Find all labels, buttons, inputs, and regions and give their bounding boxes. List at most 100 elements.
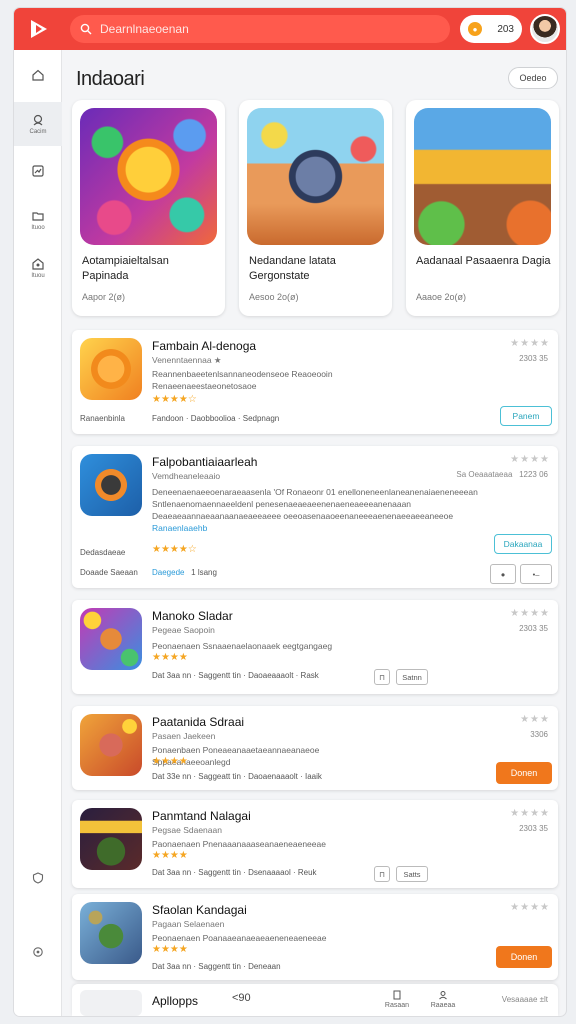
featured-game-image — [247, 108, 384, 245]
rating-stars-empty: ★★★★ — [510, 608, 550, 619]
app-side-label: Dedasdaeae — [80, 548, 126, 557]
app-icon — [80, 338, 142, 400]
meta-3: Sedpnagn — [242, 414, 280, 423]
meta-2: Saggentt tin — [198, 868, 241, 877]
app-logo-icon[interactable] — [26, 16, 52, 42]
app-name: Paatanida Sdraai — [152, 715, 245, 729]
meta-2: Saggeatt tin — [198, 772, 241, 781]
bookmark-button[interactable]: ⊓ — [374, 866, 390, 882]
get-button[interactable]: Panem — [500, 406, 552, 426]
bottom-right-label: Vesaaaae ±lt — [501, 995, 548, 1004]
rating-stars: ★★★★☆ — [152, 544, 197, 555]
play-button[interactable]: Donen — [496, 762, 552, 784]
meta-3: Daoaeaaaolt — [248, 671, 294, 680]
app-subtitle: Pegsae Sdaenaan — [152, 825, 222, 835]
app-description-text: Deneenaenaeeoenaraeaasenla 'Of Ronaeonr … — [152, 487, 478, 521]
sidebar-item-games[interactable]: Cacim — [14, 102, 62, 146]
rating-stars-empty: ★★★★ — [510, 902, 550, 913]
app-row[interactable]: Panmtand Nalagai Pegsae Sdaenaan Paonaen… — [72, 800, 558, 888]
app-icon — [80, 608, 142, 670]
featured-card[interactable]: Aadanaal Pasaaenra Dagia Aaaoe 2o(ø) — [406, 100, 559, 316]
meta-1: Dat 3aa nn — [152, 962, 192, 971]
meta-4: Rask — [300, 671, 319, 680]
search-bar[interactable] — [70, 15, 450, 43]
app-row[interactable]: Sfaolan Kandagai Pagaan Selaenaen Peonae… — [72, 894, 558, 980]
meta-4: Iaaik — [305, 772, 322, 781]
bottom-title: Apllopps — [152, 994, 199, 1008]
bottom-item-2[interactable]: Raaeaa — [428, 990, 458, 1009]
play-button[interactable]: Donen — [496, 946, 552, 968]
featured-game-image — [80, 108, 217, 245]
controller-icon — [33, 114, 43, 126]
featured-card[interactable]: Nedandane latata Gergonstate Aesoo 2o(ø) — [239, 100, 392, 316]
coin-balance[interactable]: ● 203 — [460, 15, 522, 43]
app-subtitle: Pagaan Selaenaen — [152, 919, 225, 929]
meta-1: Dat 3aa nn — [152, 671, 192, 680]
sidebar-item-library[interactable]: Ituoo — [14, 198, 62, 242]
search-input[interactable] — [100, 22, 420, 36]
app-description: Peonaenaen Poanaaeanaeaeaeneneaeneeae — [152, 933, 327, 943]
app-name: Panmtand Nalagai — [152, 809, 251, 823]
meta-3: Daoaenaaaolt — [248, 772, 298, 781]
app-name: Fambain Al-denoga — [152, 339, 257, 353]
rating-stars: ★★★★☆ — [152, 394, 197, 405]
rank-value: 1223 06 — [519, 470, 548, 479]
app-row[interactable]: Falpobantiaiaarleah Vemdheaneleaaio Dene… — [72, 446, 558, 588]
sidebar-item-label: Ituoo — [31, 225, 45, 231]
app-icon — [80, 454, 142, 516]
app-subtitle: Vemdheaneleaaio — [152, 471, 221, 481]
app-meta: Dat 3aa nn · Saggentt tin · Dsenaaaaol ·… — [152, 868, 317, 877]
featured-game-name: Aotampiaieltalsan Papinada — [82, 255, 169, 282]
more-button[interactable]: •– — [520, 564, 552, 584]
app-name: Sfaolan Kandagai — [152, 903, 247, 917]
see-all-button[interactable]: Oedeo — [508, 67, 558, 89]
app-category[interactable]: Daegede — [152, 568, 184, 577]
install-button[interactable]: Dakaanaa — [494, 534, 552, 554]
coin-icon: ● — [468, 22, 482, 36]
app-description: Paonaenaen Pnenaaanaaaseanaeneaeneeae — [152, 839, 326, 849]
featured-card[interactable]: Aotampiaieltalsan Papinada Aapor 2(ø) — [72, 100, 225, 316]
featured-game-name: Nedandane latata Gergonstate — [249, 255, 336, 282]
rating-stars: ★★★★ — [152, 850, 188, 861]
meta-2: Daobboolioa — [190, 414, 236, 423]
app-row[interactable]: Fambain Al-denoga Venenntaennaa ★ Reanne… — [72, 330, 558, 434]
avatar[interactable] — [530, 14, 560, 44]
bottom-counter: <90 — [232, 992, 251, 1004]
app-row[interactable]: Paatanida Sdraai Pasaen Jaekeen Ponaenba… — [72, 706, 558, 790]
rating-stars: ★★★★ — [152, 944, 188, 955]
sidebar-item-label: Ituou — [31, 273, 45, 279]
featured-game-image — [414, 108, 551, 245]
bookmark-button[interactable]: ⊓ — [374, 669, 390, 685]
app-name: Falpobantiaiaarleah — [152, 455, 258, 469]
app-size: 1 lsang — [191, 568, 217, 577]
bottom-item-1[interactable]: Rasaan — [382, 990, 412, 1009]
top-bar: ● 203 — [14, 8, 566, 50]
sidebar-shield[interactable] — [14, 872, 62, 884]
meta-1: Dat 3aa nn — [152, 868, 192, 877]
info-button[interactable]: ● — [490, 564, 516, 584]
rating-stars-empty: ★★★★ — [510, 808, 550, 819]
app-description: Reannenbaeetenlsannaneodenseoe Reaoeooin… — [152, 369, 333, 391]
meta-1: Fandoon — [152, 414, 184, 423]
start-button[interactable]: Satts — [396, 866, 428, 882]
sidebar-item-charts[interactable] — [14, 150, 62, 194]
gear-icon — [33, 947, 43, 957]
section-title: Indaoari — [76, 68, 145, 90]
sidebar-item-home[interactable] — [14, 54, 62, 98]
app-rank: 3306 — [530, 730, 548, 739]
app-rank: 2303 35 — [519, 824, 548, 833]
app-meta: Dat 33e nn · Saggeatt tin · Daoaenaaaolt… — [152, 772, 322, 781]
bottom-item-label: Rasaan — [384, 1002, 410, 1009]
rating-stars: ★★★★ — [152, 652, 188, 663]
sidebar-item-store[interactable]: Ituou — [14, 246, 62, 290]
app-row[interactable]: Manoko Sladar Pegeae Saopoin Peonaenaen … — [72, 600, 558, 694]
app-description-link[interactable]: Ranaenlaaehb — [152, 523, 207, 533]
rating-stars-empty: ★★★★ — [510, 454, 550, 465]
start-button[interactable]: Satnn — [396, 669, 428, 685]
app-subtitle: Pegeae Saopoin — [152, 625, 215, 635]
app-description: Peonaenaen Ssnaaenaelaonaaek eegtgangaeg — [152, 641, 333, 651]
sidebar-settings[interactable] — [14, 946, 62, 958]
sidebar: Cacim Ituoo Ituou — [14, 50, 62, 1016]
featured-game-meta: Aesoo 2o(ø) — [249, 292, 299, 302]
app-rank: 2303 35 — [519, 354, 548, 363]
